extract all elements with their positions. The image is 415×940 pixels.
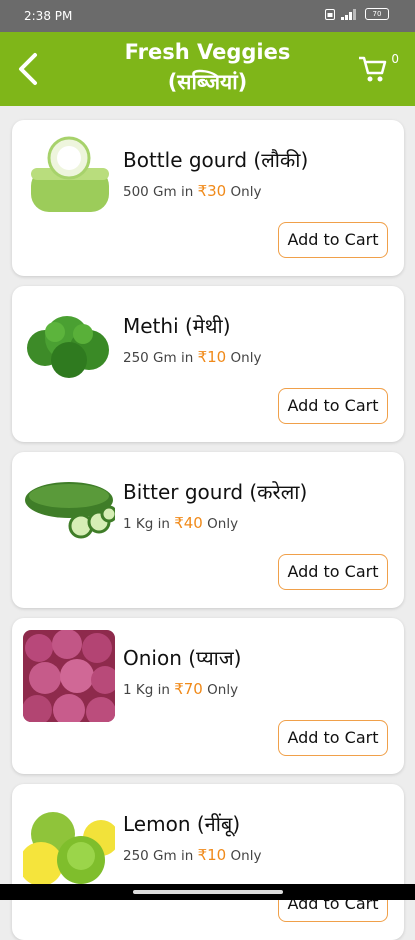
product-card: Onion (प्याज) 1 Kg in ₹70 Only Add to Ca… [12, 618, 404, 774]
price-in-text: in [157, 682, 170, 698]
battery-icon: 70 [365, 8, 389, 20]
product-image [23, 464, 115, 556]
price-only-text: Only [207, 682, 239, 698]
product-price-line: 500 Gm in ₹30 Only [123, 182, 261, 200]
add-to-cart-button[interactable]: Add to Cart [278, 388, 388, 424]
product-card: Bitter gourd (करेला) 1 Kg in ₹40 Only Ad… [12, 452, 404, 608]
system-nav-bar [0, 884, 415, 900]
page-subtitle: (सब्जियां) [167, 70, 248, 94]
product-price-line: 250 Gm in ₹10 Only [123, 846, 261, 864]
product-card: Methi (मेथी) 250 Gm in ₹10 Only Add to C… [12, 286, 404, 442]
product-name: Lemon (नींबू) [123, 812, 241, 836]
product-image [23, 796, 115, 888]
signal-icon [341, 8, 356, 20]
app-bar: Fresh Veggies (सब्जियां) 0 [0, 32, 415, 106]
page-title: Fresh Veggies [124, 40, 291, 64]
product-price: ₹30 [197, 182, 227, 200]
product-name: Bitter gourd (करेला) [123, 480, 308, 504]
product-quantity: 250 Gm [123, 848, 177, 864]
product-name: Methi (मेथी) [123, 314, 231, 338]
price-only-text: Only [230, 350, 262, 366]
product-card: Bottle gourd (लौकी) 500 Gm in ₹30 Only A… [12, 120, 404, 276]
add-to-cart-button[interactable]: Add to Cart [278, 720, 388, 756]
product-image [23, 630, 115, 722]
cart-button[interactable]: 0 [357, 52, 399, 86]
product-image [23, 132, 115, 224]
product-price-line: 250 Gm in ₹10 Only [123, 348, 261, 366]
price-in-text: in [180, 848, 194, 864]
back-button[interactable] [12, 50, 44, 88]
home-gesture-handle[interactable] [133, 890, 283, 894]
add-to-cart-button[interactable]: Add to Cart [278, 222, 388, 258]
price-only-text: Only [230, 184, 262, 200]
price-in-text: in [180, 184, 194, 200]
sim-icon [325, 8, 335, 20]
product-image [23, 298, 115, 390]
product-card: Lemon (नींबू) 250 Gm in ₹10 Only Add to … [12, 784, 404, 940]
price-only-text: Only [230, 848, 262, 864]
product-quantity: 500 Gm [123, 184, 177, 200]
cart-icon [359, 56, 387, 82]
product-price-line: 1 Kg in ₹70 Only [123, 680, 238, 698]
add-to-cart-button[interactable]: Add to Cart [278, 554, 388, 590]
status-bar: 2:38 PM 70 [0, 0, 415, 32]
cart-count: 0 [391, 52, 399, 66]
product-price-line: 1 Kg in ₹40 Only [123, 514, 238, 532]
product-price: ₹70 [174, 680, 203, 698]
price-only-text: Only [207, 516, 239, 532]
product-price: ₹40 [174, 514, 203, 532]
product-quantity: 1 Kg [123, 682, 154, 698]
product-name: Bottle gourd (लौकी) [123, 148, 309, 172]
status-icons: 70 [325, 8, 389, 20]
product-name: Onion (प्याज) [123, 646, 242, 670]
product-quantity: 1 Kg [123, 516, 154, 532]
status-time: 2:38 PM [24, 9, 73, 23]
chevron-left-icon [19, 53, 37, 85]
price-in-text: in [180, 350, 194, 366]
product-price: ₹10 [197, 348, 227, 366]
product-quantity: 250 Gm [123, 350, 177, 366]
product-price: ₹10 [197, 846, 227, 864]
price-in-text: in [157, 516, 170, 532]
